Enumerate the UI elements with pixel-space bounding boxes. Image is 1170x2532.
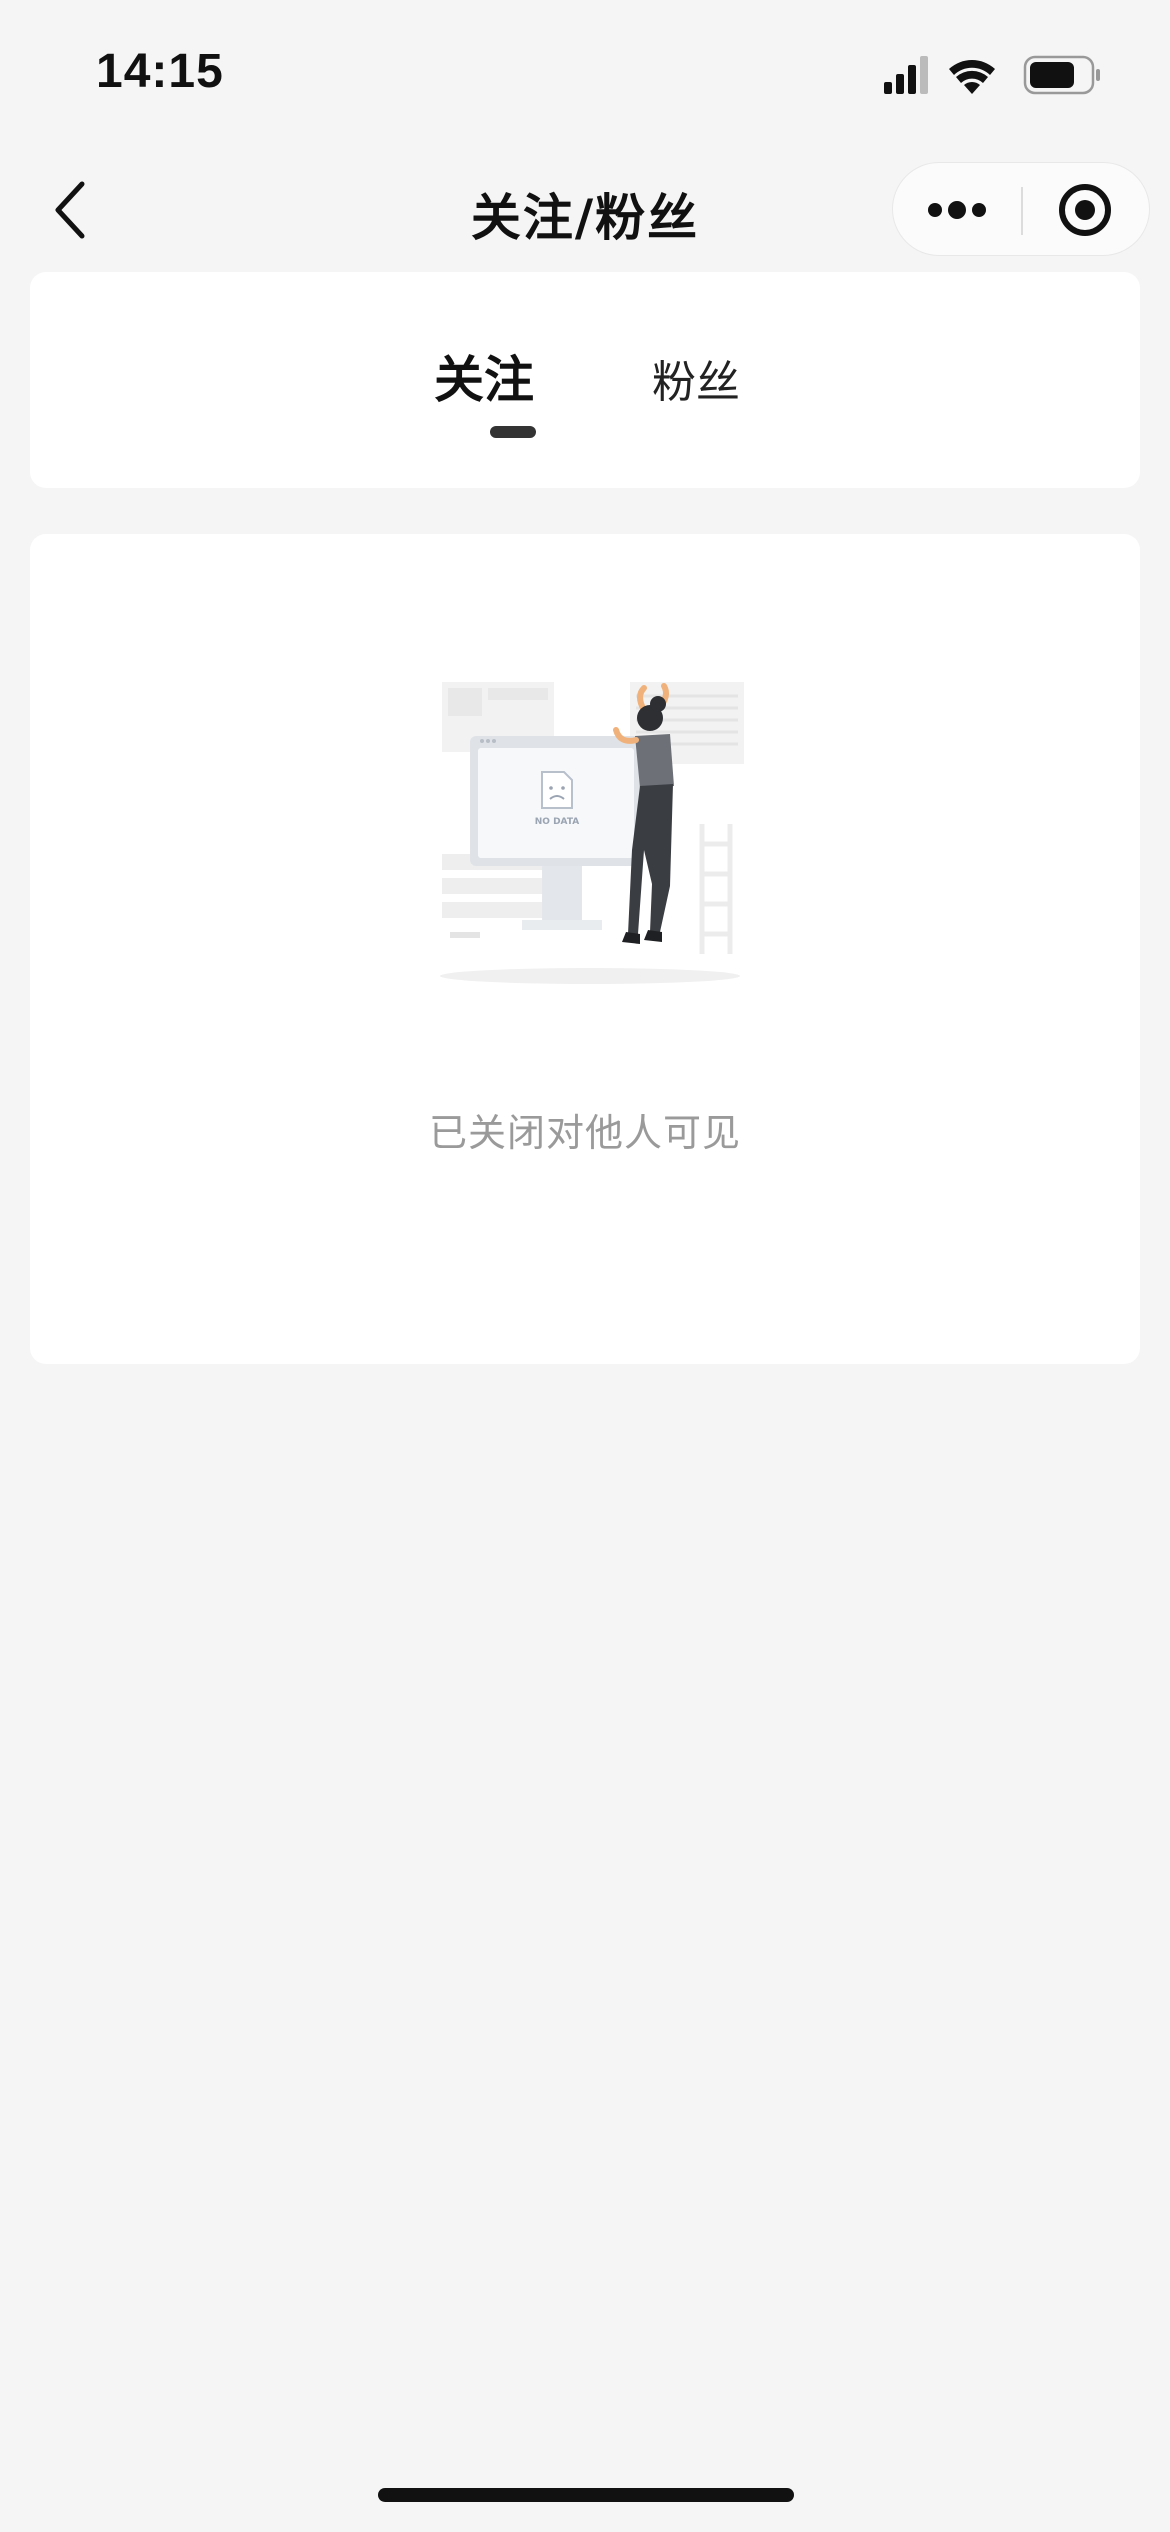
active-tab-indicator xyxy=(490,426,536,438)
empty-state-message: 已关闭对他人可见 xyxy=(428,1111,741,1155)
status-time: 14:15 xyxy=(96,45,224,98)
no-data-illustration: NO DATA xyxy=(440,682,744,984)
no-data-label: NO DATA xyxy=(535,817,579,827)
target-circle-icon xyxy=(1059,184,1111,236)
miniprogram-capsule xyxy=(892,162,1150,256)
home-indicator xyxy=(378,2488,794,2502)
battery-icon xyxy=(1023,55,1100,95)
status-bar: 14:15 xyxy=(0,0,1170,140)
tab-followers[interactable]: 粉丝 xyxy=(652,346,740,410)
status-icons xyxy=(884,55,1100,95)
close-miniprogram-button[interactable] xyxy=(1021,163,1149,257)
nav-bar: 关注/粉丝 xyxy=(0,150,1170,270)
tab-following[interactable]: 关注 xyxy=(434,340,534,412)
page: 14:15 关注/粉丝 关注 粉丝 NO DATA 已关闭对他人可见 xyxy=(0,0,1170,2532)
empty-state-card: NO DATA 已关闭对他人可见 xyxy=(30,534,1140,1364)
signal-icon xyxy=(884,56,928,94)
more-dots-icon xyxy=(928,201,986,219)
wifi-icon xyxy=(949,60,995,94)
more-button[interactable] xyxy=(893,163,1021,257)
tabs-card: 关注 粉丝 xyxy=(30,272,1140,488)
